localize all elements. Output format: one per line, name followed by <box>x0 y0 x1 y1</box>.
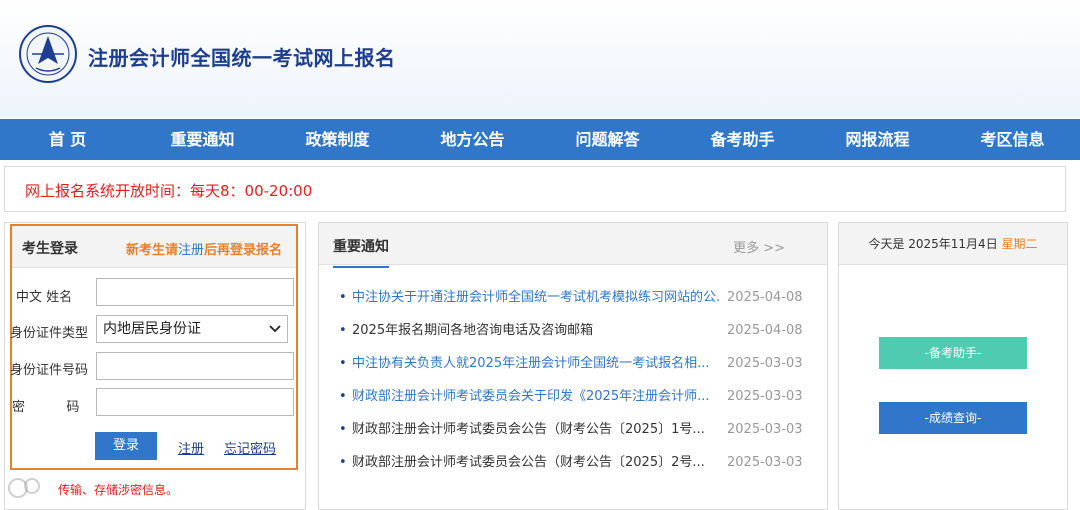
nav-item-policy[interactable]: 政策制度 <box>270 119 405 160</box>
bullet-icon: • <box>339 389 347 404</box>
news-item-title[interactable]: 2025年报名期间各地咨询电话及咨询邮箱 <box>352 314 720 347</box>
news-title: 重要通知 <box>333 236 389 268</box>
news-item[interactable]: • 中注协关于开通注册会计师全国统一考试机考模拟练习网站的公... 2025-0… <box>339 281 809 314</box>
nav-item-region[interactable]: 考区信息 <box>945 119 1080 160</box>
notice-bar: 网上报名系统开放时间：每天8：00-20:00 <box>4 166 1066 212</box>
right-panel: 今天是 2025年11月4日 星期二 -备考助手- -成绩查询- <box>838 222 1068 510</box>
nav-item-notices[interactable]: 重要通知 <box>135 119 270 160</box>
news-item[interactable]: • 财政部注册会计师考试委员会公告（财考公告〔2025〕1号... 2025-0… <box>339 413 809 446</box>
site-title: 注册会计师全国统一考试网上报名 <box>88 46 396 70</box>
news-item-date: 2025-03-03 <box>727 455 803 470</box>
news-more-link[interactable]: 更多 >> <box>733 237 785 256</box>
news-header: 重要通知 更多 >> <box>319 223 827 268</box>
nav-item-local[interactable]: 地方公告 <box>405 119 540 160</box>
news-item-title[interactable]: 中注协有关负责人就2025年注册会计师全国统一考试报名相... <box>352 347 720 380</box>
news-item-date: 2025-03-03 <box>727 422 803 437</box>
bullet-icon: • <box>339 356 347 371</box>
password-label: 密 码 <box>12 400 80 415</box>
chevron-down-icon <box>269 320 281 347</box>
news-item-title[interactable]: 财政部注册会计师考试委员会关于印发《2025年注册会计师... <box>352 380 720 413</box>
today-date-text: 今天是 2025年11月4日 <box>868 237 998 251</box>
today-date: 今天是 2025年11月4日 星期二 <box>839 223 1067 265</box>
cicpa-emblem-icon <box>19 25 77 83</box>
id-type-value: 内地居民身份证 <box>103 321 201 337</box>
password-input[interactable] <box>96 388 294 416</box>
register-hint: 新考生请注册后再登录报名 <box>126 239 282 258</box>
news-list: • 中注协关于开通注册会计师全国统一考试机考模拟练习网站的公... 2025-0… <box>339 281 809 479</box>
login-button[interactable]: 登录 <box>95 432 157 460</box>
forgot-password-link[interactable]: 忘记密码 <box>224 438 276 457</box>
exam-helper-button[interactable]: -备考助手- <box>879 337 1027 369</box>
id-number-label: 身份证件号码 <box>10 363 89 378</box>
register-hint-suffix: 后再登录报名 <box>203 243 282 258</box>
nav-item-process[interactable]: 网报流程 <box>810 119 945 160</box>
id-type-select[interactable]: 内地居民身份证 <box>96 315 288 343</box>
weekday-text: 星期二 <box>1001 237 1038 251</box>
register-link[interactable]: 注册 <box>178 438 204 457</box>
id-number-input[interactable] <box>96 352 294 380</box>
security-warning: 传输、存储涉密信息。 <box>58 483 179 497</box>
bullet-icon: • <box>339 290 347 305</box>
news-item-title[interactable]: 中注协关于开通注册会计师全国统一考试机考模拟练习网站的公... <box>352 281 720 314</box>
news-item-date: 2025-03-03 <box>727 389 803 404</box>
news-item[interactable]: • 2025年报名期间各地咨询电话及咨询邮箱 2025-04-08 <box>339 314 809 347</box>
id-type-label: 身份证件类型 <box>10 326 89 341</box>
news-panel: 重要通知 更多 >> • 中注协关于开通注册会计师全国统一考试机考模拟练习网站的… <box>318 222 828 510</box>
register-hint-prefix: 新考生请 <box>125 243 178 258</box>
nav-item-faq[interactable]: 问题解答 <box>540 119 675 160</box>
login-header: 考生登录 新考生请注册后再登录报名 <box>12 226 296 268</box>
news-item[interactable]: • 财政部注册会计师考试委员会公告（财考公告〔2025〕2号... 2025-0… <box>339 446 809 479</box>
name-label: 中文 姓名 <box>16 290 73 305</box>
news-item-date: 2025-04-08 <box>727 290 803 305</box>
notice-text: 网上报名系统开放时间：每天8：00-20:00 <box>25 182 313 200</box>
bullet-icon: • <box>339 455 347 470</box>
page-header: 注册会计师全国统一考试网上报名 <box>0 0 1080 118</box>
news-item[interactable]: • 财政部注册会计师考试委员会关于印发《2025年注册会计师... 2025-0… <box>339 380 809 413</box>
main-nav: 首 页 重要通知 政策制度 地方公告 问题解答 备考助手 网报流程 考区信息 <box>0 119 1080 160</box>
login-box: 考生登录 新考生请注册后再登录报名 中文 姓名 身份证件类型 内地居民身份证 身… <box>10 224 298 470</box>
score-query-button[interactable]: -成绩查询- <box>879 402 1027 434</box>
bullet-icon: • <box>339 323 347 338</box>
news-item-date: 2025-03-03 <box>727 356 803 371</box>
watermark-logo <box>6 474 46 507</box>
name-input[interactable] <box>96 278 294 306</box>
news-item-title[interactable]: 财政部注册会计师考试委员会公告（财考公告〔2025〕2号... <box>352 446 720 479</box>
news-item-title[interactable]: 财政部注册会计师考试委员会公告（财考公告〔2025〕1号... <box>352 413 720 446</box>
bullet-icon: • <box>339 422 347 437</box>
login-title: 考生登录 <box>22 241 78 257</box>
news-item-date: 2025-04-08 <box>727 323 803 338</box>
nav-item-home[interactable]: 首 页 <box>0 119 135 160</box>
news-item[interactable]: • 中注协有关负责人就2025年注册会计师全国统一考试报名相... 2025-0… <box>339 347 809 380</box>
register-hint-link[interactable]: 注册 <box>178 243 204 258</box>
nav-item-helper[interactable]: 备考助手 <box>675 119 810 160</box>
